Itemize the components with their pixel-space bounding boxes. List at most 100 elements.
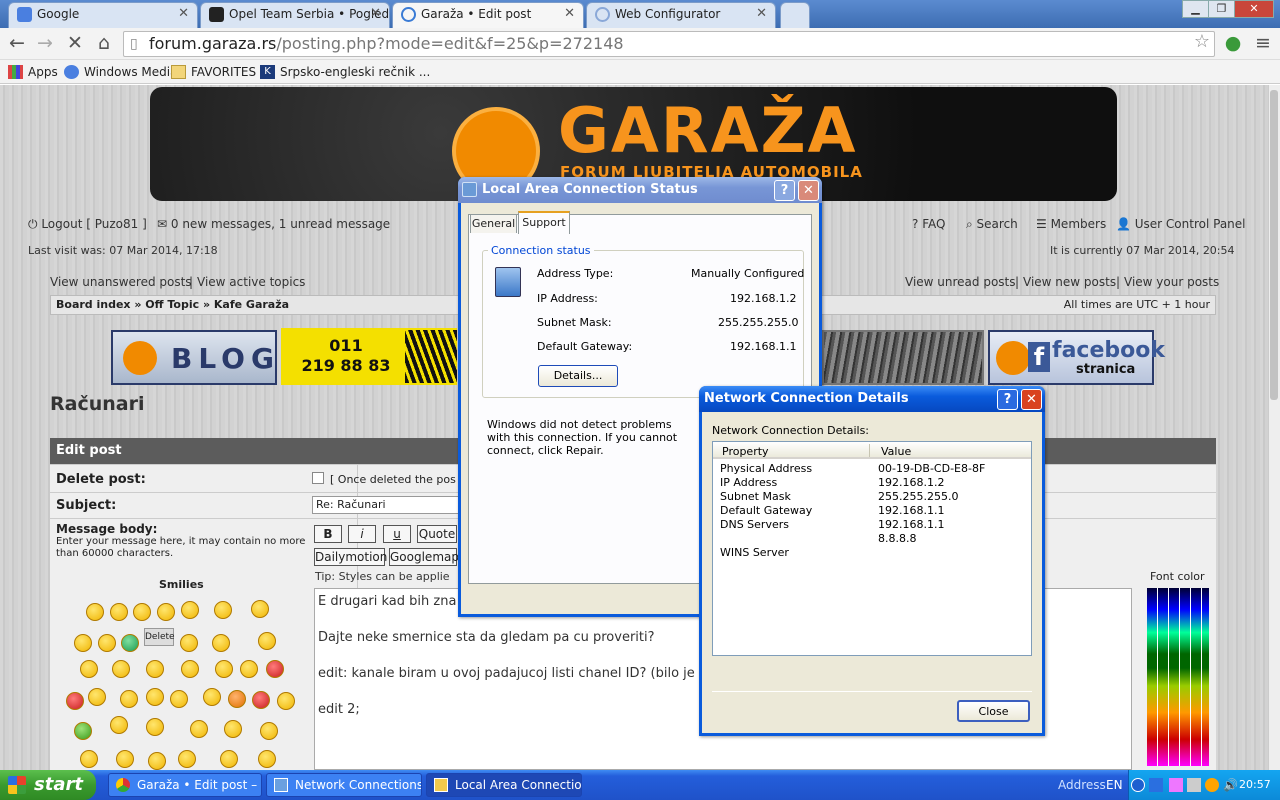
bookmark-windows-media[interactable]: Windows Media bbox=[64, 63, 177, 81]
view-unanswered-link[interactable]: View unanswered posts bbox=[50, 275, 192, 289]
column-header-property[interactable]: Property bbox=[722, 445, 769, 458]
smiley-icon[interactable] bbox=[258, 750, 276, 768]
close-button[interactable]: ✕ bbox=[798, 180, 819, 201]
close-icon[interactable]: ✕ bbox=[564, 3, 575, 25]
smiley-icon[interactable] bbox=[277, 692, 295, 710]
scrollbar-thumb[interactable] bbox=[1270, 90, 1278, 400]
smiley-icon[interactable] bbox=[146, 660, 164, 678]
smiley-icon[interactable] bbox=[120, 690, 138, 708]
underline-button[interactable]: u bbox=[383, 525, 411, 543]
tab-support[interactable]: Support bbox=[518, 211, 570, 234]
tab-google[interactable]: Google ✕ bbox=[8, 2, 198, 28]
close-icon[interactable]: ✕ bbox=[178, 3, 189, 25]
address-toolbar-label[interactable]: Address bbox=[1058, 778, 1106, 792]
volume-icon[interactable]: 🔊 bbox=[1223, 778, 1238, 792]
window-close-button[interactable]: ✕ bbox=[1234, 0, 1274, 18]
smiley-icon[interactable] bbox=[266, 660, 284, 678]
dailymotion-button[interactable]: Dailymotion bbox=[314, 548, 387, 566]
smiley-icon[interactable] bbox=[80, 660, 98, 678]
smiley-icon[interactable] bbox=[203, 688, 221, 706]
language-indicator[interactable]: EN bbox=[1106, 778, 1123, 792]
tab-opel-team[interactable]: Opel Team Serbia • Pogledaj ✕ bbox=[200, 2, 390, 28]
smiley-icon[interactable] bbox=[178, 750, 196, 768]
start-button[interactable]: start bbox=[0, 770, 96, 800]
smiley-icon[interactable] bbox=[260, 722, 278, 740]
googlemaps-button[interactable]: Googlemap bbox=[389, 548, 459, 566]
smiley-icon[interactable] bbox=[74, 634, 92, 652]
close-icon[interactable]: ✕ bbox=[370, 3, 381, 25]
bookmark-apps[interactable]: Apps bbox=[8, 63, 58, 81]
font-color-palette[interactable] bbox=[1147, 588, 1209, 766]
lan-status-titlebar[interactable]: Local Area Connection Status ? ✕ bbox=[458, 177, 822, 203]
smiley-icon[interactable] bbox=[98, 634, 116, 652]
smiley-icon[interactable] bbox=[146, 688, 164, 706]
subject-input[interactable]: Re: Računari bbox=[312, 496, 462, 514]
smiley-icon[interactable] bbox=[252, 691, 270, 709]
facebook-banner[interactable]: f facebook stranica bbox=[988, 330, 1165, 385]
close-button[interactable]: ✕ bbox=[1021, 389, 1042, 410]
smiley-icon[interactable] bbox=[86, 603, 104, 621]
extension-icon[interactable]: ● bbox=[1222, 32, 1244, 54]
smiley-icon[interactable] bbox=[240, 660, 258, 678]
logout-link[interactable]: ⏻ Logout [ Puzo81 ] bbox=[28, 217, 147, 232]
service-banner[interactable] bbox=[822, 330, 984, 385]
smiley-icon[interactable] bbox=[181, 660, 199, 678]
smiley-icon[interactable] bbox=[170, 690, 188, 708]
smiley-icon[interactable] bbox=[121, 634, 139, 652]
quote-button[interactable]: Quote bbox=[417, 525, 457, 543]
smiley-icon[interactable] bbox=[148, 752, 166, 770]
smiley-icon[interactable] bbox=[251, 600, 269, 618]
user-control-panel-link[interactable]: 👤 User Control Panel bbox=[1116, 217, 1246, 231]
star-icon[interactable]: ☆ bbox=[1194, 30, 1210, 54]
members-link[interactable]: ☰ Members bbox=[1036, 217, 1106, 231]
faq-link[interactable]: ? FAQ bbox=[912, 217, 945, 231]
smiley-icon[interactable] bbox=[180, 634, 198, 652]
messages-link[interactable]: ✉ 0 new messages, 1 unread message bbox=[157, 217, 390, 231]
tab-general[interactable]: General bbox=[470, 214, 517, 233]
tray-app-icon[interactable] bbox=[1205, 778, 1219, 792]
smiley-icon[interactable] bbox=[212, 634, 230, 652]
smiley-icon[interactable] bbox=[112, 660, 130, 678]
smiley-icon[interactable] bbox=[88, 688, 106, 706]
help-button[interactable]: ? bbox=[997, 389, 1018, 410]
smiley-icon[interactable] bbox=[190, 720, 208, 738]
bookmark-favorites[interactable]: FAVORITES bbox=[171, 63, 256, 81]
smiley-icon[interactable] bbox=[181, 601, 199, 619]
minimize-button[interactable]: ▁ bbox=[1182, 0, 1209, 18]
network-details-titlebar[interactable]: Network Connection Details ? ✕ bbox=[699, 386, 1045, 412]
view-active-link[interactable]: View active topics bbox=[197, 275, 305, 289]
taskbar-item-lan-status[interactable]: Local Area Connectio... bbox=[426, 773, 582, 797]
clock[interactable]: 20:57 bbox=[1239, 770, 1271, 800]
smiley-icon[interactable] bbox=[214, 601, 232, 619]
new-tab-button[interactable] bbox=[780, 2, 810, 28]
view-unread-link[interactable]: View unread posts bbox=[905, 275, 1016, 289]
smiley-icon[interactable] bbox=[110, 603, 128, 621]
view-new-link[interactable]: View new posts bbox=[1023, 275, 1116, 289]
tray-app-icon[interactable] bbox=[1149, 778, 1163, 792]
maximize-button[interactable]: ❐ bbox=[1208, 0, 1235, 18]
smiley-icon[interactable] bbox=[228, 690, 246, 708]
close-icon[interactable]: ✕ bbox=[756, 3, 767, 25]
tray-app-icon[interactable] bbox=[1187, 778, 1201, 792]
smiley-icon[interactable] bbox=[157, 603, 175, 621]
bold-button[interactable]: B bbox=[314, 525, 342, 543]
smiley-icon[interactable] bbox=[74, 722, 92, 740]
italic-button[interactable]: i bbox=[348, 525, 376, 543]
bookmark-srpsko-engleski[interactable]: K Srpsko-engleski rečnik ... bbox=[260, 63, 430, 81]
smiley-icon[interactable] bbox=[220, 750, 238, 768]
smiley-icon[interactable] bbox=[258, 632, 276, 650]
tab-garaza-edit[interactable]: Garaža • Edit post ✕ bbox=[392, 2, 584, 28]
search-link[interactable]: ⌕ Search bbox=[966, 217, 1018, 232]
address-bar[interactable]: ▯ forum.garaza.rs/posting.php?mode=edit&… bbox=[123, 31, 1215, 57]
menu-icon[interactable]: ≡ bbox=[1252, 32, 1274, 54]
delete-checkbox[interactable] bbox=[312, 472, 324, 484]
taskbar-item-network-connections[interactable]: Network Connections bbox=[266, 773, 422, 797]
stop-icon[interactable]: ✕ bbox=[64, 32, 86, 54]
forward-icon[interactable]: → bbox=[34, 32, 56, 54]
help-button[interactable]: ? bbox=[774, 180, 795, 201]
taskbar-item-chrome[interactable]: Garaža • Edit post – ... bbox=[108, 773, 262, 797]
details-button[interactable]: Details... bbox=[538, 365, 618, 387]
smiley-icon[interactable] bbox=[215, 660, 233, 678]
blog-banner[interactable]: BLOG bbox=[111, 330, 277, 385]
home-icon[interactable]: ⌂ bbox=[93, 32, 115, 54]
